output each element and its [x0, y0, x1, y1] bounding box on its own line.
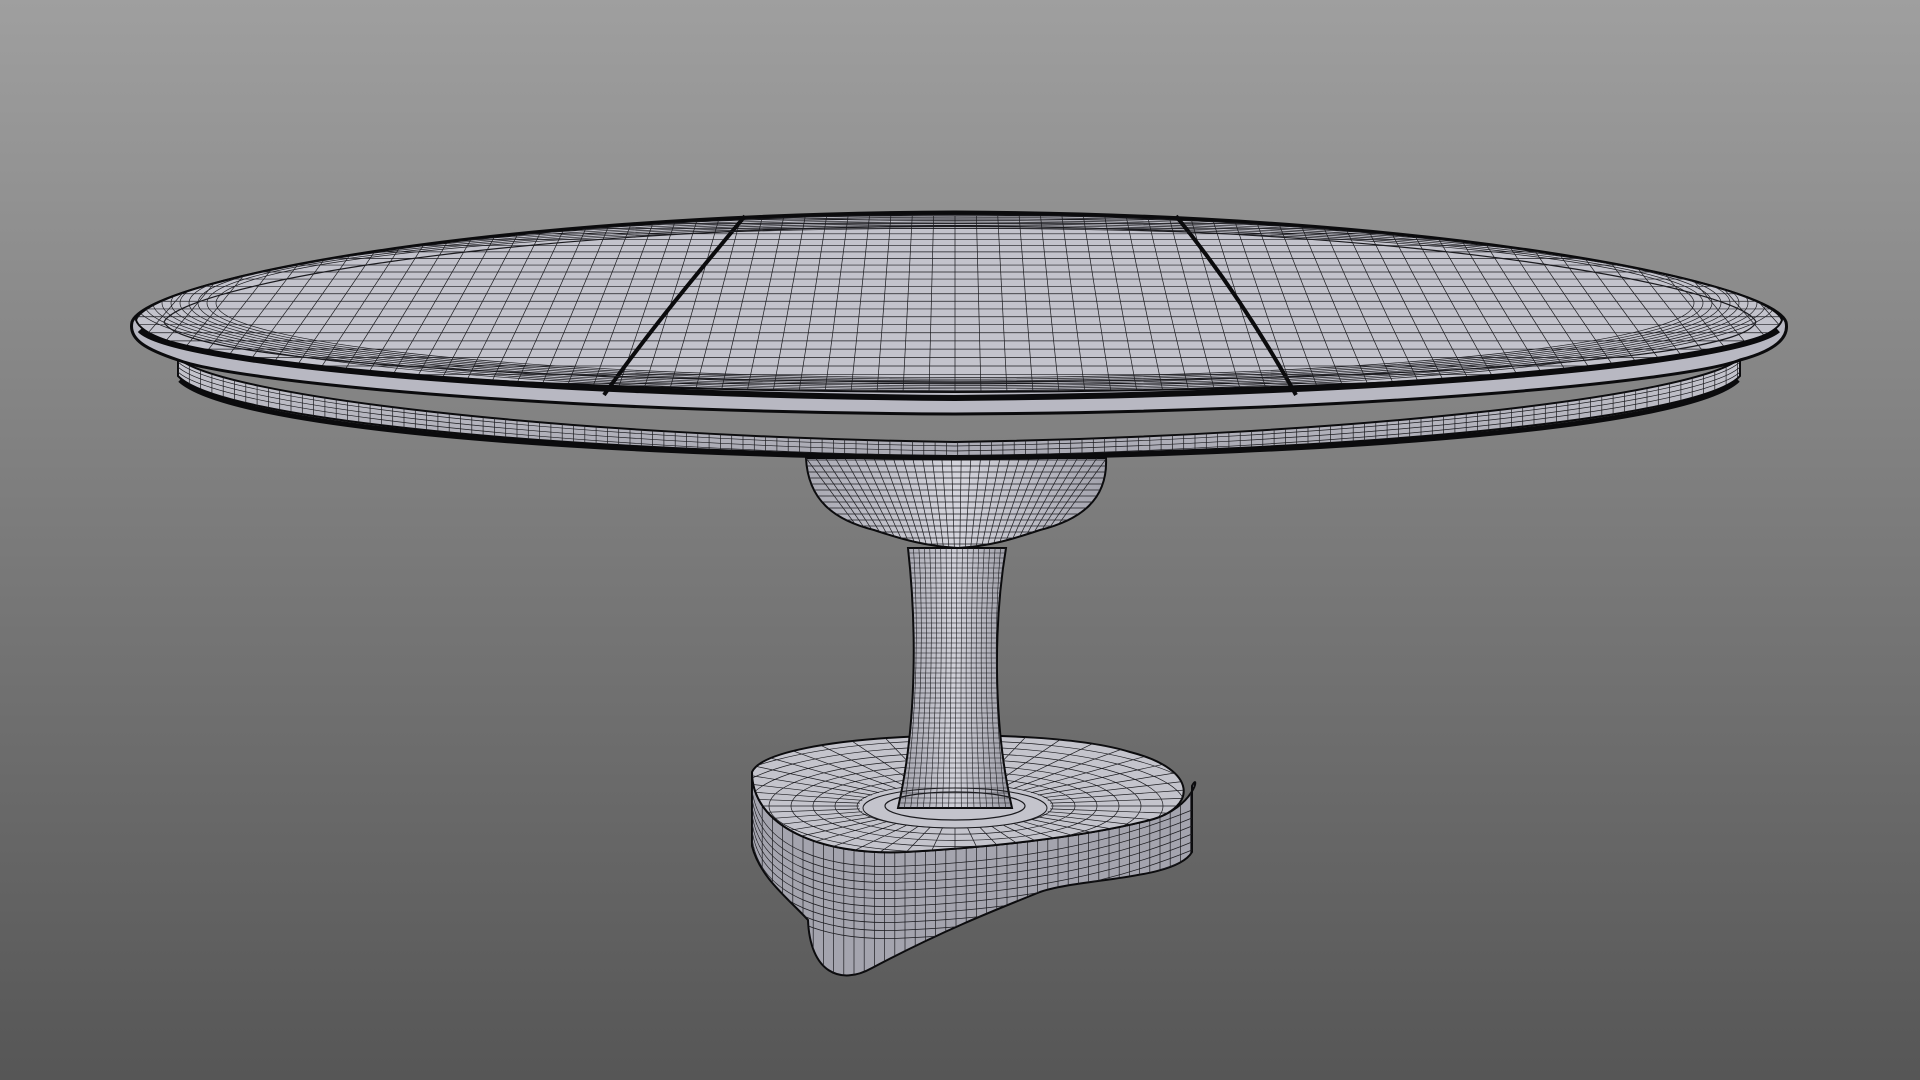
render-canvas: [0, 0, 1920, 1080]
3d-viewport[interactable]: [0, 0, 1920, 1080]
